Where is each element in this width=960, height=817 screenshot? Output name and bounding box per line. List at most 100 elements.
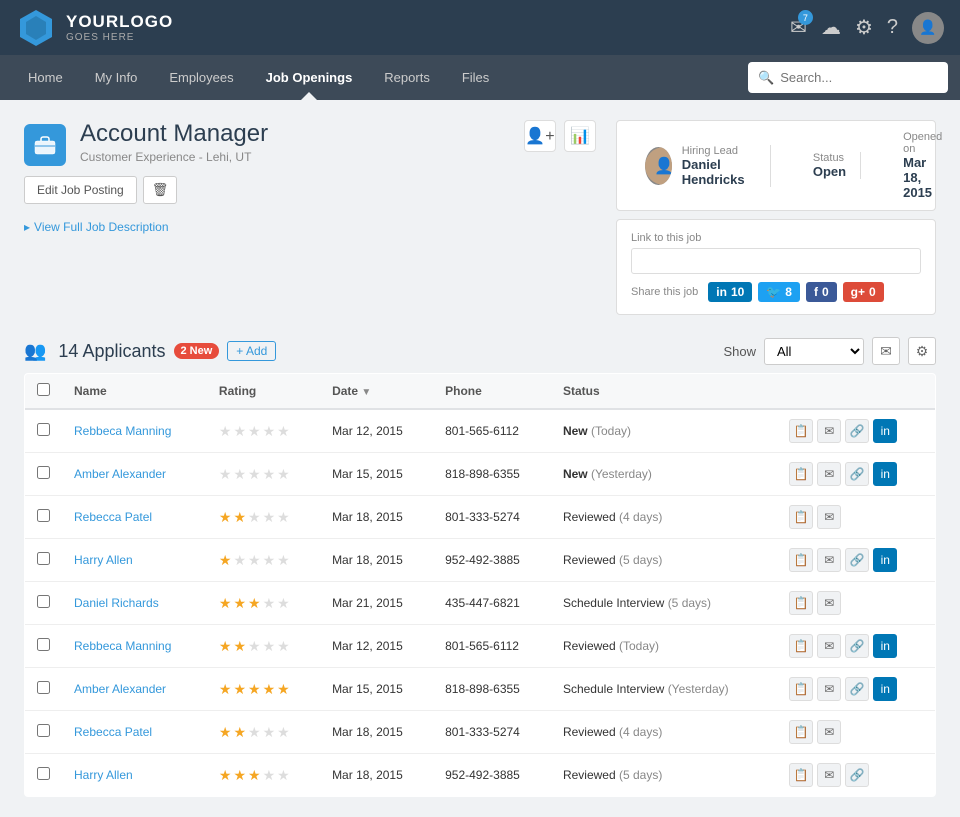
applicants-count: 14 Applicants xyxy=(58,341,165,362)
applicant-name-link[interactable]: Harry Allen xyxy=(74,768,133,782)
doc-action-button[interactable]: 📋 xyxy=(789,634,813,658)
job-title: Account Manager xyxy=(80,120,268,148)
opened-value: Mar 18, 2015 xyxy=(903,155,942,200)
doc-action-button[interactable]: 📋 xyxy=(789,591,813,615)
link-action-button[interactable]: 🔗 xyxy=(845,763,869,787)
nav-files[interactable]: Files xyxy=(446,55,505,100)
applicant-name-link[interactable]: Rebbeca Manning xyxy=(74,639,171,653)
mail-action-button[interactable]: ✉ xyxy=(817,763,841,787)
star-half: ★ xyxy=(248,767,261,784)
header-date[interactable]: Date ▼ xyxy=(320,374,433,410)
show-select[interactable]: All New Reviewed Scheduled Hired xyxy=(764,338,864,365)
applicant-name-link[interactable]: Rebecca Patel xyxy=(74,725,152,739)
view-full-description-link[interactable]: ▸ View Full Job Description xyxy=(24,220,169,234)
delete-button[interactable]: 🗑 xyxy=(143,176,178,204)
link-input[interactable] xyxy=(631,248,921,274)
user-avatar[interactable]: 👤 xyxy=(912,12,944,44)
cloud-button[interactable]: ☁ xyxy=(821,15,841,40)
row-status: Schedule Interview (5 days) xyxy=(551,582,777,625)
notifications-button[interactable]: ✉ 7 xyxy=(790,15,807,40)
star-rating: ★★★★★ xyxy=(219,767,308,784)
twitter-share-button[interactable]: 🐦 8 xyxy=(758,282,800,302)
star-filled: ★ xyxy=(233,638,246,655)
row-checkbox[interactable] xyxy=(37,595,50,608)
settings-action-button[interactable]: ⚙ xyxy=(908,337,936,365)
link-action-button[interactable]: 🔗 xyxy=(845,462,869,486)
googleplus-share-button[interactable]: g+ 0 xyxy=(843,282,884,302)
row-checkbox[interactable] xyxy=(37,638,50,651)
row-checkbox[interactable] xyxy=(37,509,50,522)
doc-action-button[interactable]: 📋 xyxy=(789,548,813,572)
applicant-name-link[interactable]: Rebbeca Manning xyxy=(74,424,171,438)
linkedin-action-button[interactable]: in xyxy=(873,677,897,701)
doc-action-button[interactable]: 📋 xyxy=(789,763,813,787)
link-action-button[interactable]: 🔗 xyxy=(845,634,869,658)
doc-action-button[interactable]: 📋 xyxy=(789,677,813,701)
doc-action-button[interactable]: 📋 xyxy=(789,462,813,486)
applicant-name-link[interactable]: Amber Alexander xyxy=(74,467,166,481)
mail-action-button[interactable]: ✉ xyxy=(817,548,841,572)
mail-action-button[interactable]: ✉ xyxy=(817,677,841,701)
hiring-lead-name: Daniel Hendricks xyxy=(682,157,756,187)
mail-action-button[interactable]: ✉ xyxy=(817,462,841,486)
mail-action-button[interactable]: ✉ xyxy=(817,634,841,658)
help-button[interactable]: ? xyxy=(887,16,898,39)
star-empty: ★ xyxy=(277,595,290,612)
link-action-button[interactable]: 🔗 xyxy=(845,419,869,443)
add-applicant-link[interactable]: + Add xyxy=(227,341,276,361)
linkedin-action-button[interactable]: in xyxy=(873,548,897,572)
mail-action-button[interactable]: ✉ xyxy=(817,505,841,529)
briefcase-icon xyxy=(33,133,57,157)
linkedin-share-button[interactable]: in 10 xyxy=(708,282,752,302)
job-right: 👤 Hiring Lead Daniel Hendricks Status Op… xyxy=(616,120,936,325)
row-name: Rebecca Patel xyxy=(62,496,207,539)
mail-action-button[interactable]: ✉ xyxy=(817,591,841,615)
star-empty: ★ xyxy=(248,423,261,440)
link-action-button[interactable]: 🔗 xyxy=(845,548,869,572)
applicant-name-link[interactable]: Harry Allen xyxy=(74,553,133,567)
applicant-name-link[interactable]: Amber Alexander xyxy=(74,682,166,696)
mail-action-button[interactable]: ✉ xyxy=(817,720,841,744)
search-input[interactable] xyxy=(780,70,938,85)
nav-employees[interactable]: Employees xyxy=(153,55,249,100)
applicant-name-link[interactable]: Daniel Richards xyxy=(74,596,159,610)
nav-myinfo[interactable]: My Info xyxy=(79,55,154,100)
hiring-lead-label: Hiring Lead xyxy=(682,145,756,157)
star-empty: ★ xyxy=(277,638,290,655)
chart-button[interactable]: 📊 xyxy=(564,120,596,152)
nav-job-openings[interactable]: Job Openings xyxy=(250,55,369,100)
edit-job-posting-button[interactable]: Edit Job Posting xyxy=(24,176,137,204)
star-empty: ★ xyxy=(233,552,246,569)
status-text: Reviewed xyxy=(563,510,616,524)
settings-button[interactable]: ⚙ xyxy=(855,15,873,40)
linkedin-action-button[interactable]: in xyxy=(873,634,897,658)
row-checkbox[interactable] xyxy=(37,681,50,694)
doc-action-button[interactable]: 📋 xyxy=(789,720,813,744)
row-checkbox[interactable] xyxy=(37,767,50,780)
applicant-name-link[interactable]: Rebecca Patel xyxy=(74,510,152,524)
row-checkbox[interactable] xyxy=(37,552,50,565)
row-checkbox[interactable] xyxy=(37,466,50,479)
add-person-button[interactable]: 👤+ xyxy=(524,120,556,152)
doc-action-button[interactable]: 📋 xyxy=(789,505,813,529)
facebook-share-button[interactable]: f 0 xyxy=(806,282,837,302)
nav-reports[interactable]: Reports xyxy=(368,55,446,100)
opened-block: Opened on Mar 18, 2015 xyxy=(889,131,956,200)
row-checkbox[interactable] xyxy=(37,423,50,436)
table-header-row: Name Rating Date ▼ Phone Status xyxy=(25,374,936,410)
link-action-button[interactable]: 🔗 xyxy=(845,677,869,701)
row-checkbox[interactable] xyxy=(37,724,50,737)
status-time: (4 days) xyxy=(619,725,662,739)
linkedin-action-button[interactable]: in xyxy=(873,419,897,443)
row-status: New (Yesterday) xyxy=(551,453,777,496)
googleplus-icon: g+ xyxy=(851,285,865,299)
star-empty: ★ xyxy=(248,509,261,526)
linkedin-action-button[interactable]: in xyxy=(873,462,897,486)
email-action-button[interactable]: ✉ xyxy=(872,337,900,365)
mail-action-button[interactable]: ✉ xyxy=(817,419,841,443)
star-empty: ★ xyxy=(219,423,232,440)
nav-home[interactable]: Home xyxy=(12,55,79,100)
star-rating: ★★★★★ xyxy=(219,509,308,526)
select-all-checkbox[interactable] xyxy=(37,383,50,396)
doc-action-button[interactable]: 📋 xyxy=(789,419,813,443)
